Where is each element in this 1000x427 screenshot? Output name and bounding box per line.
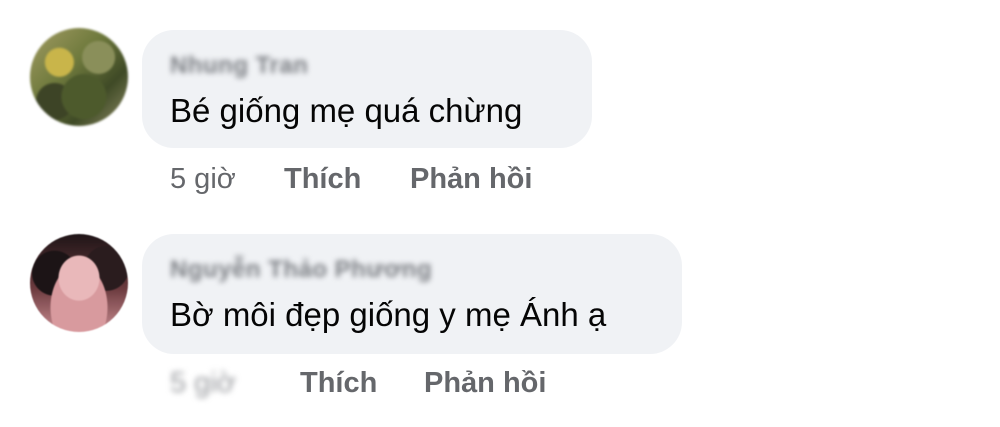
- comment-item: Nguyễn Thảo Phương Bờ môi đẹp giống y mẹ…: [0, 210, 1000, 427]
- avatar[interactable]: [30, 234, 128, 332]
- comment-item: Nhung Tran Bé giống mẹ quá chừng 5 giờ T…: [0, 0, 1000, 210]
- comment-timestamp[interactable]: 5 giờ: [170, 163, 236, 196]
- reply-button[interactable]: Phản hồi: [410, 163, 532, 196]
- comment-text: Bé giống mẹ quá chừng: [170, 92, 523, 129]
- comment-bubble: Nhung Tran Bé giống mẹ quá chừng: [142, 30, 592, 148]
- reply-button[interactable]: Phản hồi: [424, 367, 546, 400]
- like-button[interactable]: Thích: [284, 163, 361, 196]
- comment-author-name[interactable]: Nhung Tran: [170, 52, 308, 80]
- comment-thread: Nhung Tran Bé giống mẹ quá chừng 5 giờ T…: [0, 0, 1000, 427]
- avatar[interactable]: [30, 28, 128, 126]
- comment-timestamp[interactable]: 5 giờ: [170, 367, 236, 400]
- like-button[interactable]: Thích: [300, 367, 377, 400]
- comment-bubble: Nguyễn Thảo Phương Bờ môi đẹp giống y mẹ…: [142, 234, 682, 354]
- comment-text: Bờ môi đẹp giống y mẹ Ánh ạ: [170, 296, 607, 333]
- comment-author-name[interactable]: Nguyễn Thảo Phương: [170, 256, 432, 284]
